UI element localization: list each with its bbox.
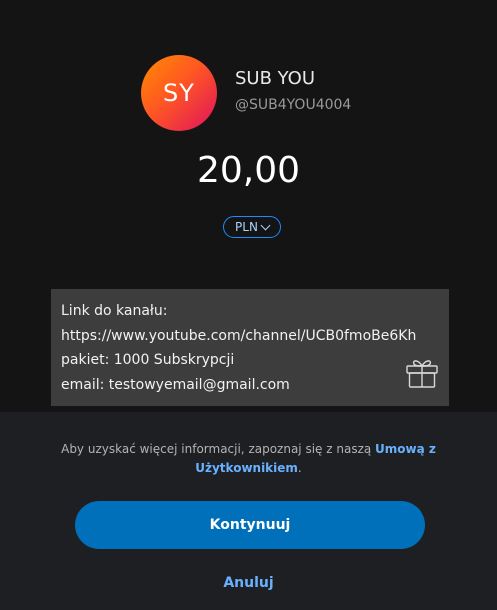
continue-button[interactable]: Kontynuuj xyxy=(75,501,425,549)
avatar-initials: SY xyxy=(163,79,195,107)
currency-label: PLN xyxy=(235,220,258,234)
note-line: https://www.youtube.com/channel/UCB0fmoB… xyxy=(61,327,417,344)
recipient-name: SUB YOU xyxy=(235,68,316,89)
cancel-button[interactable]: Anuluj xyxy=(0,575,497,591)
payment-note[interactable]: Link do kanału: https://www.youtube.com/… xyxy=(51,289,449,406)
chevron-down-icon xyxy=(260,220,271,231)
gift-icon[interactable] xyxy=(405,357,439,389)
terms-suffix: . xyxy=(297,461,302,475)
terms-prefix: Aby uzyskać więcej informacji, zapoznaj … xyxy=(61,442,376,456)
currency-selector[interactable]: PLN xyxy=(223,216,281,238)
action-panel: Aby uzyskać więcej informacji, zapoznaj … xyxy=(0,412,497,610)
note-line: pakiet: 1000 Subskrypcji xyxy=(61,352,235,368)
terms-text: Aby uzyskać więcej informacji, zapoznaj … xyxy=(40,440,457,478)
avatar: SY xyxy=(141,55,217,131)
recipient-handle: @SUB4YOU4004 xyxy=(235,97,352,113)
note-line: email: testowyemail@gmail.com xyxy=(61,376,290,393)
payment-summary-panel: SY SUB YOU @SUB4YOU4004 20,00 PLN Link d… xyxy=(0,0,497,412)
payment-amount: 20,00 xyxy=(196,150,301,191)
note-line: Link do kanału: xyxy=(61,303,168,319)
